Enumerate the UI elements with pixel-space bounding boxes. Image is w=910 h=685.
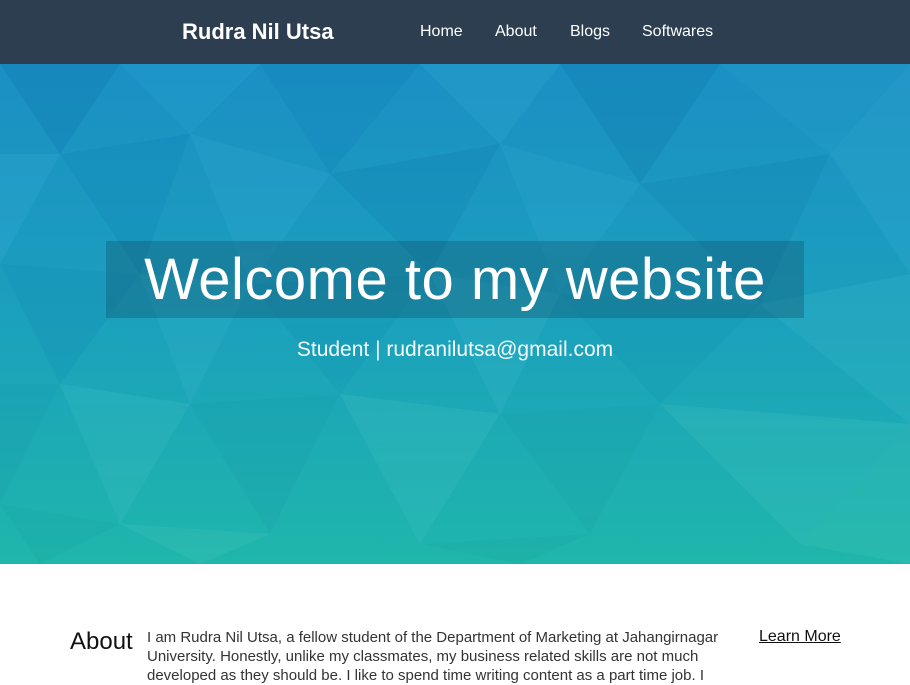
site-brand-link[interactable]: Rudra Nil Utsa: [182, 0, 334, 64]
hero-section: Welcome to my website Student | rudranil…: [0, 64, 910, 564]
nav-link-softwares[interactable]: Softwares: [642, 0, 713, 64]
nav-link-about[interactable]: About: [495, 0, 537, 64]
nav-link-home[interactable]: Home: [420, 0, 463, 64]
hero-subtitle: Student | rudranilutsa@gmail.com: [296, 338, 614, 361]
top-navbar: Rudra Nil Utsa Home About Blogs Software…: [0, 0, 910, 64]
about-description: I am Rudra Nil Utsa, a fellow student of…: [147, 629, 719, 684]
about-section: About I am Rudra Nil Utsa, a fellow stud…: [0, 564, 910, 684]
learn-more-link[interactable]: Learn More: [759, 628, 841, 646]
hero-title: Welcome to my website: [144, 247, 766, 312]
about-heading: About: [70, 628, 133, 655]
nav-link-blogs[interactable]: Blogs: [570, 0, 610, 64]
